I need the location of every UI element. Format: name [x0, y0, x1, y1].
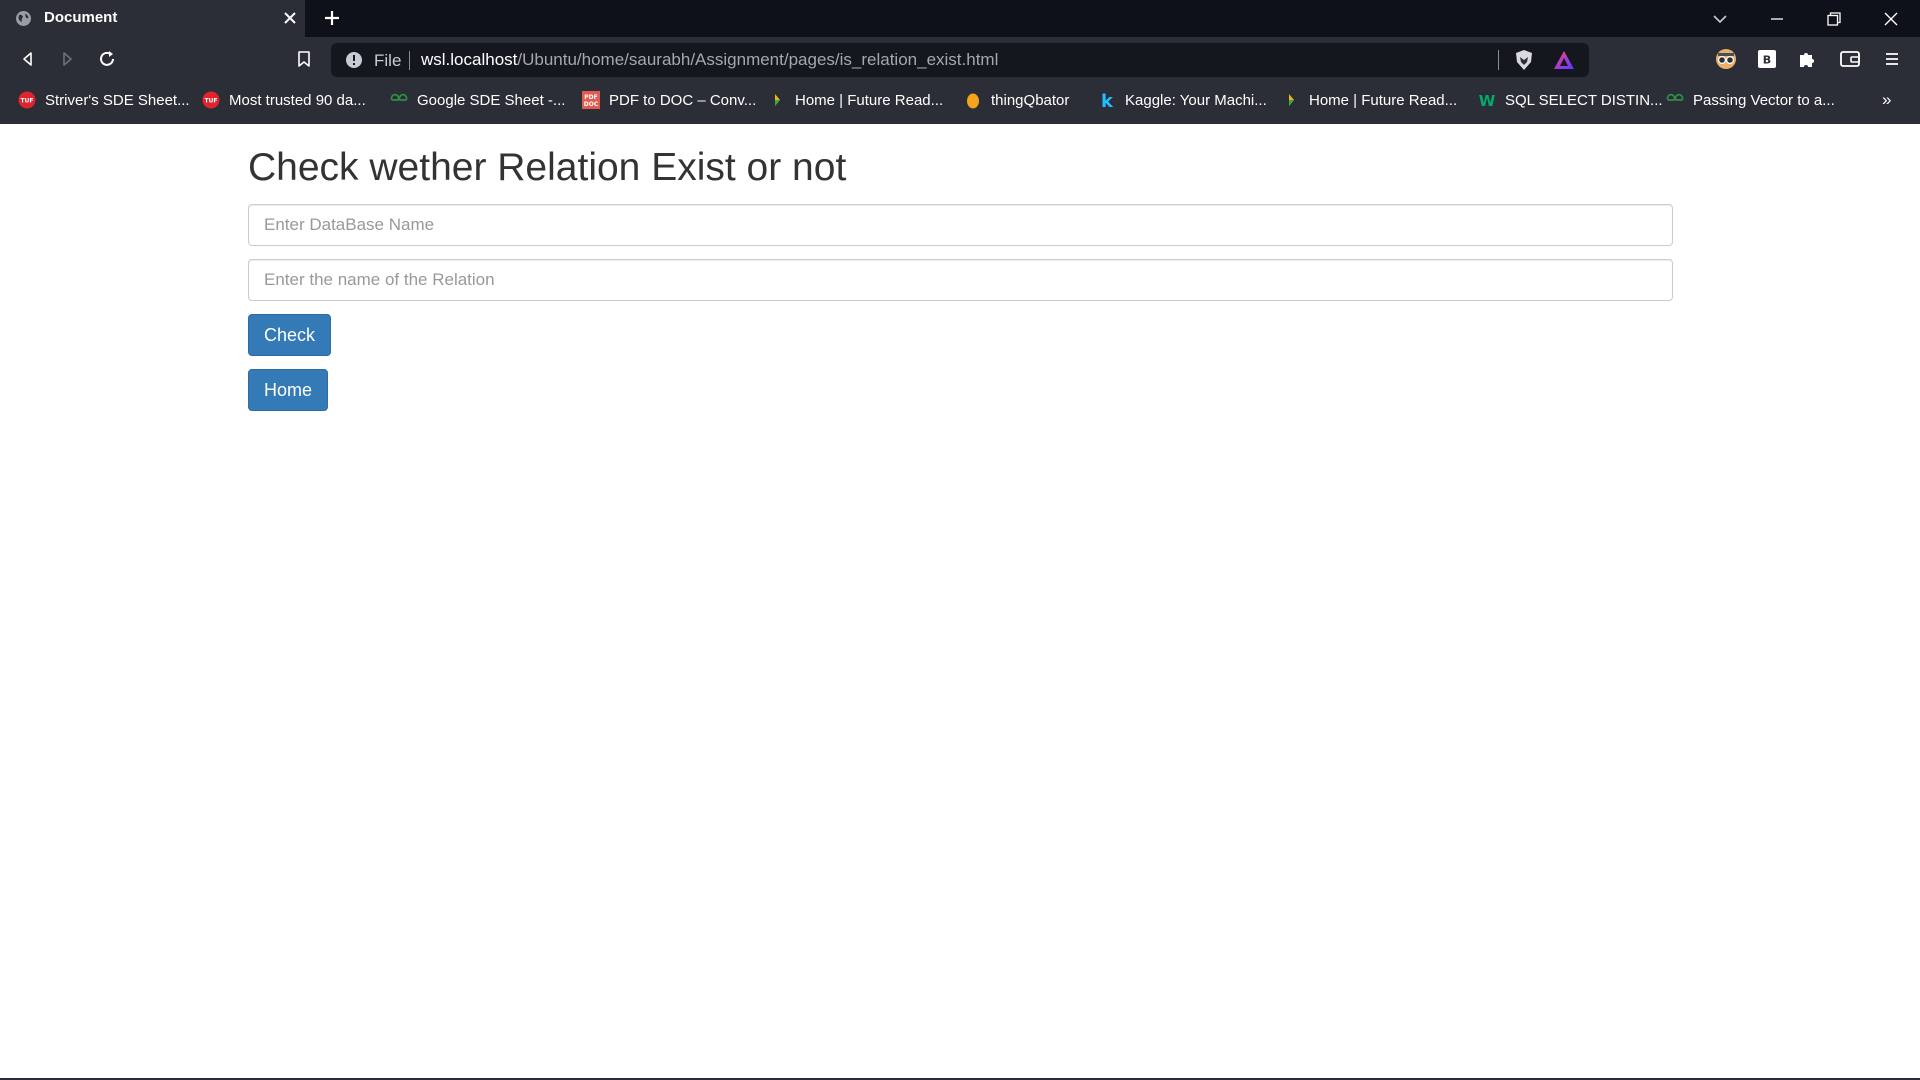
- svg-text:TUF: TUF: [204, 98, 217, 105]
- pdf-doc-icon: PDF DOC: [582, 91, 600, 109]
- gfg-icon: [1666, 93, 1684, 101]
- database-name-input[interactable]: [248, 204, 1673, 246]
- back-button[interactable]: [16, 47, 40, 71]
- bookmark-item[interactable]: W SQL SELECT DISTIN...: [1478, 82, 1663, 118]
- w3schools-icon: W: [1479, 92, 1496, 109]
- kaggle-icon: k: [1101, 91, 1114, 109]
- svg-text:PDF: PDF: [584, 94, 597, 101]
- reload-icon: [100, 51, 114, 66]
- wallet-button[interactable]: [1838, 47, 1862, 71]
- browser-menu-button[interactable]: [1880, 47, 1904, 71]
- bookmarks-bar: TUF Striver's SDE Sheet... TUF Most trus…: [0, 82, 1920, 124]
- scheme-divider: [409, 51, 410, 70]
- svg-text:DOC: DOC: [584, 101, 599, 108]
- minimize-icon: [1771, 17, 1783, 20]
- brave-shields-icon[interactable]: [1513, 49, 1535, 71]
- bookmark-label: Passing Vector to a...: [1693, 91, 1835, 109]
- b-extension-icon: B: [1758, 50, 1776, 68]
- close-tab-icon[interactable]: [280, 8, 300, 28]
- bookmark-item[interactable]: PDF DOC PDF to DOC – Conv...: [582, 82, 756, 118]
- globe-icon: [16, 11, 31, 26]
- bookmark-label: thingQbator: [991, 91, 1070, 109]
- thingqbator-icon: [967, 93, 979, 109]
- minimize-button[interactable]: [1749, 0, 1805, 37]
- svg-text:k: k: [1101, 91, 1114, 109]
- svg-text:W: W: [1479, 92, 1496, 109]
- gfg-icon: [390, 93, 408, 101]
- forward-button[interactable]: [55, 47, 79, 71]
- bookmark-label: Home | Future Read...: [1309, 91, 1458, 109]
- bookmark-item[interactable]: thingQbator: [964, 82, 1069, 118]
- extension-button-2[interactable]: B: [1755, 47, 1779, 71]
- address-bar[interactable]: File wsl.localhost/Ubuntu/home/saurabh/A…: [331, 43, 1589, 77]
- bookmark-label: Home | Future Read...: [795, 91, 944, 109]
- brave-rewards-icon[interactable]: [1553, 49, 1575, 71]
- close-icon: [1884, 12, 1898, 25]
- bookmark-item[interactable]: TUF Most trusted 90 da...: [202, 82, 366, 118]
- spy-glasses-icon: [1716, 49, 1736, 69]
- tuf-icon: TUF: [18, 91, 36, 109]
- reload-button[interactable]: [95, 47, 119, 71]
- page-title: Check wether Relation Exist or not: [248, 146, 847, 189]
- bookmark-item[interactable]: Passing Vector to a...: [1666, 82, 1835, 118]
- home-button[interactable]: Home: [248, 369, 329, 411]
- check-button[interactable]: Check: [248, 314, 332, 356]
- tab-search-button[interactable]: [1692, 0, 1748, 37]
- bookmark-label: PDF to DOC – Conv...: [609, 91, 757, 109]
- bookmark-icon: [298, 51, 310, 67]
- chevron-down-icon: [1713, 14, 1727, 23]
- back-arrow-icon: [23, 52, 32, 66]
- future-read-icon: [1289, 94, 1294, 106]
- svg-text:TUF: TUF: [20, 98, 33, 105]
- hamburger-menu-icon: [1886, 53, 1898, 65]
- forward-arrow-icon: [63, 52, 72, 66]
- svg-text:B: B: [1763, 54, 1771, 67]
- page-content: Check wether Relation Exist or not Check…: [0, 124, 1920, 1078]
- more-bookmarks-chevron-icon[interactable]: »: [1882, 90, 1891, 110]
- shields-divider: [1498, 50, 1499, 70]
- bookmark-item[interactable]: Google SDE Sheet -...: [390, 82, 565, 118]
- tuf-icon: TUF: [202, 91, 220, 109]
- bookmark-page-button[interactable]: [292, 47, 316, 71]
- info-icon[interactable]: [345, 51, 363, 69]
- future-read-icon: [775, 94, 780, 106]
- close-window-button[interactable]: [1863, 0, 1919, 37]
- bookmark-item[interactable]: TUF Striver's SDE Sheet...: [18, 82, 190, 118]
- bookmark-label: Striver's SDE Sheet...: [45, 91, 190, 109]
- puzzle-icon: [1800, 53, 1814, 67]
- tab-title: Document: [44, 9, 118, 26]
- bookmark-item[interactable]: Home | Future Read...: [1282, 82, 1457, 118]
- bookmark-label: SQL SELECT DISTIN...: [1505, 91, 1663, 109]
- extension-button-1[interactable]: [1714, 47, 1738, 71]
- wallet-icon: [1840, 51, 1860, 67]
- scheme-label: File: [374, 51, 402, 70]
- restore-button[interactable]: [1806, 0, 1862, 37]
- bookmark-label: Kaggle: Your Machi...: [1125, 91, 1267, 109]
- bookmark-item[interactable]: k Kaggle: Your Machi...: [1098, 82, 1267, 118]
- bookmark-item[interactable]: Home | Future Read...: [768, 82, 943, 118]
- relation-name-input[interactable]: [248, 259, 1673, 301]
- tab-strip: Document: [0, 0, 1920, 37]
- url-text[interactable]: wsl.localhost/Ubuntu/home/saurabh/Assign…: [421, 50, 998, 70]
- restore-icon: [1827, 11, 1841, 26]
- bookmark-label: Most trusted 90 da...: [229, 91, 366, 109]
- url-host: wsl.localhost: [421, 50, 518, 69]
- extensions-menu-button[interactable]: [1795, 47, 1819, 71]
- active-tab[interactable]: Document: [0, 0, 305, 37]
- new-tab-icon[interactable]: [322, 8, 342, 28]
- bookmark-label: Google SDE Sheet -...: [417, 91, 566, 109]
- browser-toolbar: File wsl.localhost/Ubuntu/home/saurabh/A…: [0, 37, 1920, 82]
- url-path: /Ubuntu/home/saurabh/Assignment/pages/is…: [517, 50, 999, 69]
